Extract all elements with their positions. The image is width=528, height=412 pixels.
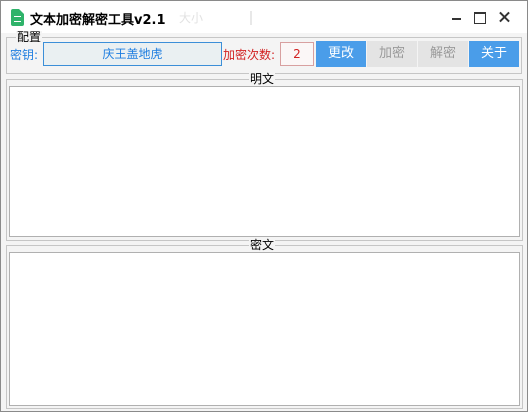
encrypt-button[interactable]: 加密 [367,41,417,67]
minimize-icon[interactable] [446,8,468,26]
config-legend: 配置 [16,30,43,44]
plaintext-group: 明文 [6,73,523,241]
encrypt-count-input[interactable]: 2 [280,42,314,66]
change-button[interactable]: 更改 [316,41,366,67]
encrypt-count-label: 加密次数: [223,48,276,62]
document-lock-icon [11,9,24,26]
plaintext-textarea[interactable] [9,86,520,237]
title-bar[interactable]: 文本加密解密工具v2.1 大小 [1,1,527,33]
key-label: 密钥: [10,48,39,62]
maximize-icon[interactable] [469,8,491,26]
ciphertext-group: 密文 [6,239,523,409]
plaintext-legend: 明文 [249,72,276,86]
about-button[interactable]: 关于 [469,41,519,67]
window-title: 文本加密解密工具v2.1 [30,13,166,28]
ghost-text: 大小 [179,11,204,25]
config-group: 配置 密钥: 庆王盖地虎 加密次数: 2 更改 加密 解密 关于 [6,31,522,74]
key-input[interactable]: 庆王盖地虎 [43,42,222,66]
ghost-divider [250,11,252,25]
close-icon[interactable] [494,8,516,26]
decrypt-button[interactable]: 解密 [418,41,468,67]
ciphertext-textarea[interactable] [9,252,520,406]
app-window: 文本加密解密工具v2.1 大小 配置 密钥: 庆王盖地虎 加密次数: 2 更改 … [0,0,528,412]
ciphertext-legend: 密文 [249,238,276,252]
